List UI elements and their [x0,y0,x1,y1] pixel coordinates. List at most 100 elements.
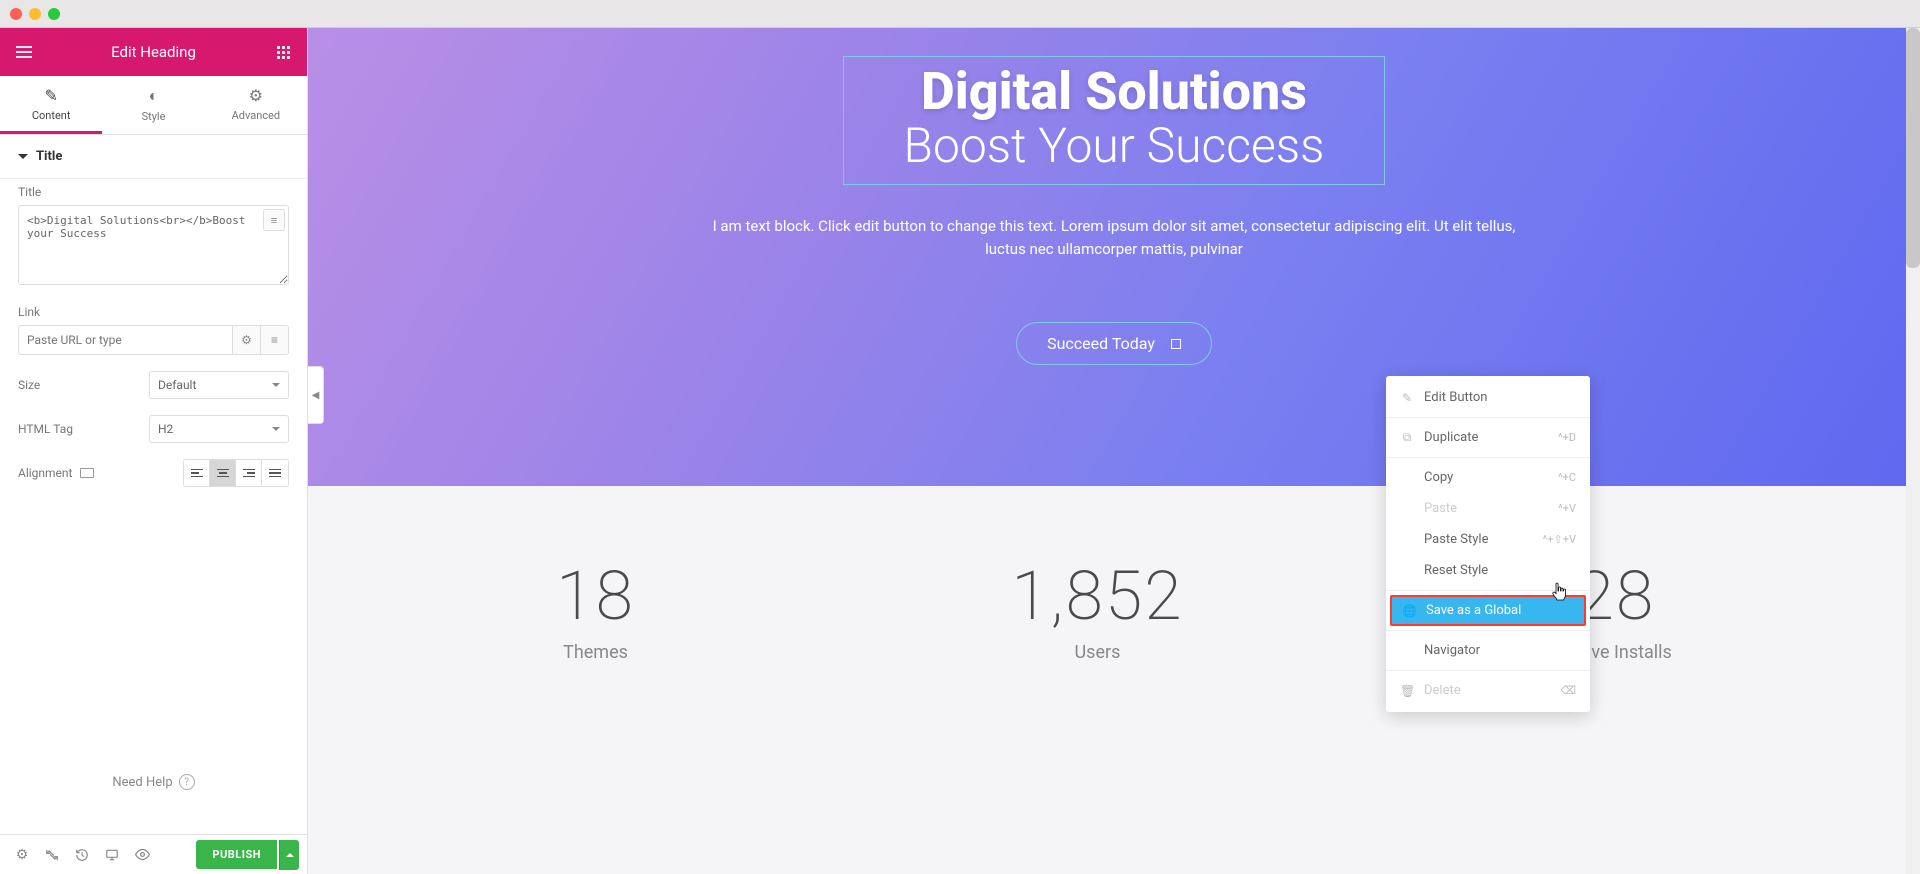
stat-themes[interactable]: 18 Themes [556,556,635,663]
duplicate-icon: ⧉ [1400,430,1414,445]
dynamic-tags-icon[interactable]: ≡ [263,209,285,231]
cm-label: Edit Button [1424,390,1487,405]
cm-shortcut: ^+V [1558,502,1576,515]
separator [1386,457,1590,458]
scrollbar[interactable] [1906,28,1920,874]
stat-label: Users [1011,642,1184,663]
htmltag-select[interactable]: H2 [149,415,289,443]
minimize-window-icon[interactable] [29,8,41,20]
delete-shortcut-icon: ⌫ [1560,684,1576,697]
close-window-icon[interactable] [10,8,22,20]
globe-icon: 🌐 [1402,604,1416,618]
trash-icon: 🗑 [1400,684,1414,698]
fields-container: Title ≡ Link ⚙ ≡ Size Default [0,179,307,521]
heading-bold-text: Digital Solutions [904,65,1325,120]
responsive-mode-icon[interactable] [98,841,126,869]
cm-label: Save as a Global [1426,603,1521,618]
cm-delete: 🗑 Delete ⌫ [1386,675,1590,706]
chevron-down-icon [272,427,280,431]
gear-icon: ⚙ [205,86,307,105]
link-dynamic-icon[interactable]: ≡ [261,325,289,355]
revisions-icon[interactable] [38,841,66,869]
alignment-field-label: Alignment [18,466,72,480]
htmltag-select-value: H2 [158,422,173,436]
history-icon[interactable] [68,841,96,869]
title-textarea[interactable] [18,205,289,285]
publish-bar: ⚙ PUBLISH [0,834,307,874]
context-menu: ✎ Edit Button ⧉Duplicate ^+D Copy ^+C Pas… [1386,376,1590,712]
cm-paste: Paste ^+V [1386,493,1590,524]
help-icon: ? [179,774,195,790]
editor-sidebar: Edit Heading ✎ Content ◐ Style ⚙ Advance… [0,28,308,874]
size-field-label: Size [18,378,40,392]
section-title-toggle[interactable]: Title [0,135,307,179]
chevron-down-icon [18,154,28,159]
title-field-label: Title [18,185,289,199]
align-left-button[interactable] [184,460,210,486]
publish-options-button[interactable] [279,840,299,870]
separator [1386,417,1590,418]
preview-icon[interactable] [128,841,156,869]
stat-label: Themes [556,642,635,663]
stat-number: 18 [556,556,635,636]
stat-number: 1,852 [1011,556,1184,636]
tab-style-label: Style [142,110,166,123]
link-settings-icon[interactable]: ⚙ [233,325,261,355]
cm-label: Delete [1424,683,1461,698]
cm-paste-style[interactable]: Paste Style ^+⇧+V [1386,524,1590,555]
stat-users[interactable]: 1,852 Users [1011,556,1184,663]
section-title-label: Title [36,149,62,164]
separator [1386,590,1590,591]
cm-reset-style[interactable]: Reset Style [1386,555,1590,586]
heading-widget[interactable]: Digital Solutions Boost Your Success [843,56,1386,185]
hero-paragraph[interactable]: I am text block. Click edit button to ch… [704,215,1524,260]
stats-row: 18 Themes 1,852 Users 28 Active Installs [308,486,1920,663]
scrollbar-thumb[interactable] [1906,28,1920,268]
separator [1386,670,1590,671]
tab-style[interactable]: ◐ Style [102,76,204,134]
settings-icon[interactable]: ⚙ [8,841,36,869]
hero-cta-button[interactable]: Succeed Today [1016,322,1212,365]
sidebar-title: Edit Heading [36,43,271,61]
cm-label: Navigator [1424,643,1480,658]
square-icon [1171,339,1181,349]
need-help-link[interactable]: Need Help ? [0,750,307,814]
cm-label: Paste [1424,501,1457,516]
heading-light-text: Boost Your Success [904,120,1325,173]
align-right-button[interactable] [236,460,262,486]
collapse-sidebar-button[interactable]: ◀ [308,366,324,424]
cm-navigator[interactable]: Navigator [1386,635,1590,666]
cm-save-global[interactable]: 🌐 Save as a Global [1390,595,1586,626]
hero-cta-label: Succeed Today [1047,334,1155,353]
tab-content-label: Content [32,109,71,122]
need-help-label: Need Help [112,775,172,790]
tab-advanced[interactable]: ⚙ Advanced [205,76,307,134]
canvas-preview: ◀ Digital Solutions Boost Your Success I… [308,28,1920,874]
link-field-label: Link [18,305,289,319]
align-center-button[interactable] [210,460,236,486]
sidebar-header: Edit Heading [0,28,307,76]
cm-label: Copy [1424,470,1453,485]
link-input[interactable] [18,325,233,355]
editor-tabs: ✎ Content ◐ Style ⚙ Advanced [0,76,307,135]
align-justify-button[interactable] [262,460,288,486]
cm-shortcut: ^+⇧+V [1543,533,1576,546]
cm-duplicate[interactable]: ⧉Duplicate ^+D [1386,422,1590,453]
tab-content[interactable]: ✎ Content [0,76,102,134]
pencil-icon: ✎ [1400,391,1414,405]
size-select[interactable]: Default [149,371,289,399]
menu-icon[interactable] [12,40,36,64]
cm-copy[interactable]: Copy ^+C [1386,462,1590,493]
maximize-window-icon[interactable] [48,8,60,20]
cm-edit-button[interactable]: ✎ Edit Button [1386,382,1590,413]
hero-section: Digital Solutions Boost Your Success I a… [308,28,1920,486]
publish-button[interactable]: PUBLISH [196,840,277,869]
tab-advanced-label: Advanced [232,109,280,122]
alignment-buttons [183,459,289,487]
responsive-icon[interactable] [80,468,94,478]
size-select-value: Default [158,378,196,392]
cm-shortcut: ^+C [1558,471,1576,484]
separator [1386,630,1590,631]
htmltag-field-label: HTML Tag [18,422,73,436]
widgets-grid-icon[interactable] [271,40,295,64]
